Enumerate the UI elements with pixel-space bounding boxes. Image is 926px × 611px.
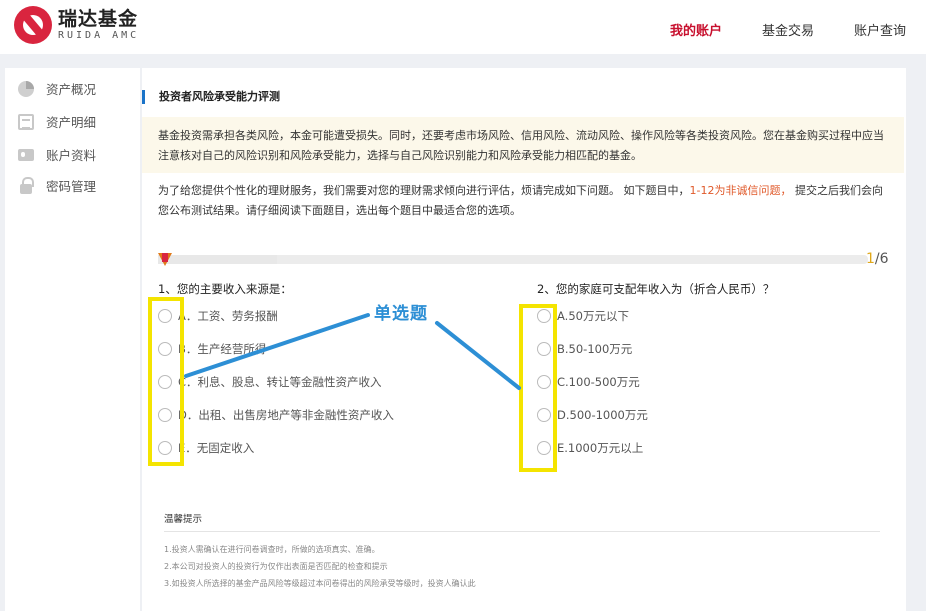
progress-marker-icon xyxy=(158,253,172,266)
option-d[interactable]: D．出租、出售房地产等非金融性资产收入 xyxy=(158,398,498,431)
option-label: E.1000万元以上 xyxy=(557,440,644,455)
option-label: C．利息、股息、转让等金融性资产收入 xyxy=(178,374,382,389)
sidebar-item-account-info[interactable]: 账户资料 xyxy=(18,145,96,164)
intro-pre: 为了给您提供个性化的理财服务，我们需要对您的理财需求倾向进行评估，烦请完成如下问… xyxy=(158,184,690,197)
main-panel: 投资者风险承受能力评测 基金投资需承担各类风险，本金可能遭受损失。同时，还要考虑… xyxy=(142,68,906,611)
top-nav: 我的账户 基金交易 账户查询 xyxy=(630,20,906,39)
option-d[interactable]: D.500-1000万元 xyxy=(537,398,877,431)
brand-name-cn: 瑞达基金 xyxy=(58,8,139,30)
intro-text: 为了给您提供个性化的理财服务，我们需要对您的理财需求倾向进行评估，烦请完成如下问… xyxy=(158,181,888,221)
highlight-box-q1-radios xyxy=(148,297,184,466)
brand-name-en: RUIDA AMC xyxy=(58,30,140,41)
page-indicator: 1/6 xyxy=(866,251,889,267)
option-label: B.50-100万元 xyxy=(557,341,633,356)
sidebar-item-password[interactable]: 密码管理 xyxy=(18,176,96,195)
top-header: 瑞达基金 RUIDA AMC 我的账户 基金交易 账户查询 xyxy=(0,0,926,54)
question-title: 1、您的主要收入来源是： xyxy=(158,282,292,296)
option-e[interactable]: E．无固定收入 xyxy=(158,431,498,464)
option-c[interactable]: C.100-500万元 xyxy=(537,365,877,398)
option-label: A．工资、劳务报酬 xyxy=(178,308,278,323)
progress-fill xyxy=(158,255,277,264)
ruida-logo-icon xyxy=(14,6,52,44)
intro-highlight: 1-12为非诚信问题， xyxy=(689,184,792,197)
option-e[interactable]: E.1000万元以上 xyxy=(537,431,877,464)
list-icon xyxy=(18,113,34,130)
question-title: 2、您的家庭可支配年收入为（折合人民币）？ xyxy=(537,282,775,296)
option-label: B．生产经营所得 xyxy=(178,341,267,356)
option-c[interactable]: C．利息、股息、转让等金融性资产收入 xyxy=(158,365,498,398)
tips-line: 2.本公司对投资人的投资行为仅作出表面是否匹配的检查和提示 xyxy=(164,562,388,571)
sidebar-item-asset-overview[interactable]: 资产概况 xyxy=(18,79,96,98)
sidebar-item-label: 资产概况 xyxy=(46,82,97,97)
nav-fund-trading[interactable]: 基金交易 xyxy=(762,20,814,39)
tips-section: 温馨提示 1.投资人需确认在进行问卷调查时，所做的选项真实、准确。 2.本公司对… xyxy=(164,511,880,592)
progress-bar xyxy=(158,253,868,266)
option-a[interactable]: A.50万元以下 xyxy=(537,299,877,332)
option-a[interactable]: A．工资、劳务报酬 xyxy=(158,299,498,332)
nav-my-account[interactable]: 我的账户 xyxy=(670,20,722,39)
option-b[interactable]: B．生产经营所得 xyxy=(158,332,498,365)
page-title: 投资者风险承受能力评测 xyxy=(142,90,280,104)
sidebar-item-asset-details[interactable]: 资产明细 xyxy=(18,112,96,131)
option-label: D.500-1000万元 xyxy=(557,407,648,422)
tips-line: 1.投资人需确认在进行问卷调查时，所做的选项真实、准确。 xyxy=(164,545,380,554)
sidebar: 资产概况 资产明细 账户资料 密码管理 xyxy=(5,68,140,611)
page-total: /6 xyxy=(874,251,889,267)
lock-icon xyxy=(20,176,34,194)
risk-notice: 基金投资需承担各类风险，本金可能遭受损失。同时，还要考虑市场风险、信用风险、流动… xyxy=(142,117,904,173)
sidebar-item-label: 密码管理 xyxy=(46,179,97,194)
tips-line: 3.如投资人所选择的基金产品风险等级超过本问卷得出的风险承受等级时，投资人确认此 xyxy=(164,579,476,588)
brand-text: 瑞达基金 RUIDA AMC xyxy=(58,8,139,42)
annotation-label: 单选题 xyxy=(374,304,428,324)
sidebar-item-label: 账户资料 xyxy=(46,148,97,163)
question-2: 2、您的家庭可支配年收入为（折合人民币）？ A.50万元以下 B.50-100万… xyxy=(537,279,877,464)
option-label: E．无固定收入 xyxy=(178,440,255,455)
option-label: A.50万元以下 xyxy=(557,308,629,323)
option-label: D．出租、出售房地产等非金融性资产收入 xyxy=(178,407,394,422)
id-card-icon xyxy=(18,148,34,161)
option-label: C.100-500万元 xyxy=(557,374,640,389)
sidebar-item-label: 资产明细 xyxy=(46,115,97,130)
pie-chart-icon xyxy=(18,80,34,97)
brand-logo[interactable]: 瑞达基金 RUIDA AMC xyxy=(14,6,139,44)
tips-title: 温馨提示 xyxy=(164,511,880,532)
highlight-box-q2-radios xyxy=(519,304,557,472)
question-1: 1、您的主要收入来源是： A．工资、劳务报酬 B．生产经营所得 C．利息、股息、… xyxy=(158,279,498,464)
option-b[interactable]: B.50-100万元 xyxy=(537,332,877,365)
page-current: 1 xyxy=(866,251,875,267)
nav-account-query[interactable]: 账户查询 xyxy=(854,20,906,39)
